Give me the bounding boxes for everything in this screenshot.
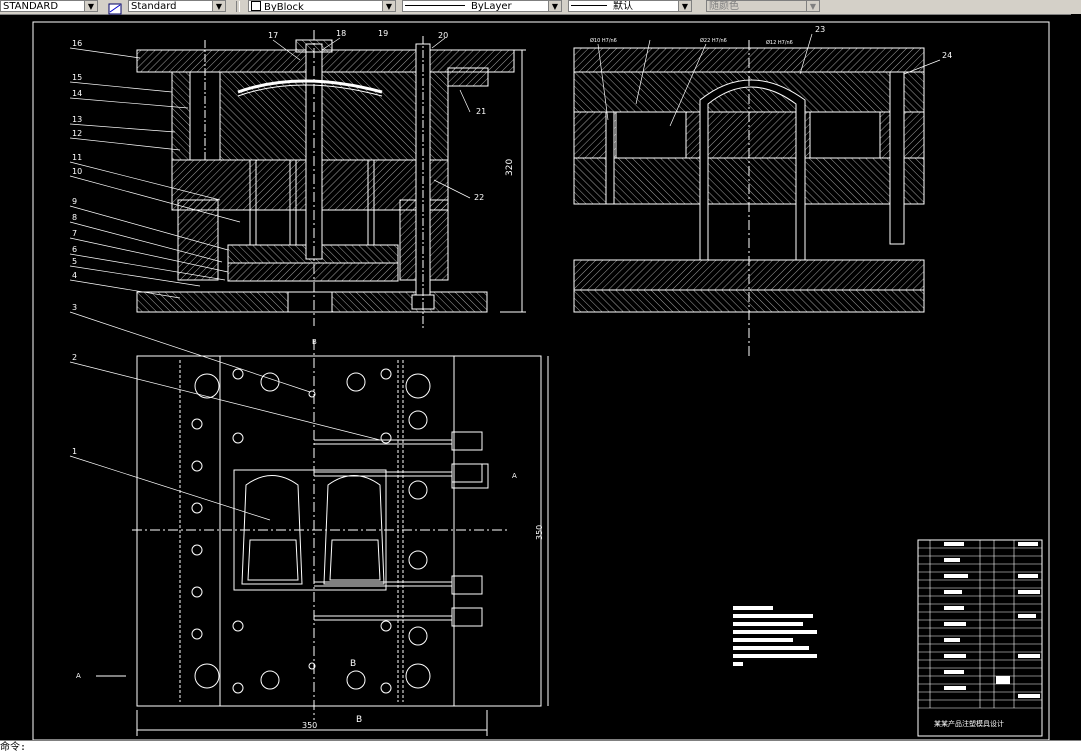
secondary-section-view — [573, 40, 925, 356]
part-label: 20 — [438, 31, 448, 40]
part-label: 24 — [942, 51, 952, 60]
dim-style-dropdown[interactable]: Standard ▼ — [128, 0, 226, 12]
linetype-preview-icon — [405, 5, 465, 6]
dim-plan-width: 350 — [302, 721, 317, 730]
section-mark: B — [312, 338, 317, 346]
plot-style-dropdown[interactable]: 随颜色 ▼ — [706, 0, 820, 12]
text-style-dropdown[interactable]: STANDARD ▼ — [0, 0, 98, 12]
chevron-down-icon: ▼ — [382, 1, 395, 11]
part-label: 8 — [72, 213, 77, 222]
part-label: 22 — [474, 193, 484, 202]
part-label: 9 — [72, 197, 77, 206]
chevron-down-icon: ▼ — [678, 1, 691, 11]
lineweight-preview-icon — [571, 5, 607, 6]
part-label: 19 — [378, 29, 388, 38]
part-label: 16 — [72, 39, 82, 48]
section-mark: A — [76, 672, 81, 680]
part-label: 6 — [72, 245, 77, 254]
part-label: 13 — [72, 115, 82, 124]
part-label: 4 — [72, 271, 77, 280]
color-swatch-icon — [251, 1, 261, 11]
section-mark: A — [512, 472, 517, 480]
part-label: 7 — [72, 229, 77, 238]
dim-section-height: 320 — [505, 159, 515, 176]
plot-style-value: 随颜色 — [709, 1, 739, 12]
chevron-down-icon: ▼ — [212, 1, 225, 11]
chevron-down-icon: ▼ — [84, 1, 97, 11]
color-value: ByBlock — [264, 2, 304, 12]
command-prompt: 命令: — [0, 742, 27, 753]
fit-note: Ø10 H7/n6 — [590, 37, 617, 44]
drawing-canvas[interactable]: 320 16 15 14 13 12 11 10 9 8 7 6 5 4 3 2… — [0, 14, 1071, 740]
lineweight-value: 默认 — [613, 1, 633, 12]
dim-plan-height: 350 — [535, 525, 544, 540]
part-label: 3 — [72, 303, 77, 312]
title-block-caption: 某某产品注塑模具设计 — [934, 719, 1004, 728]
part-label: 1 — [72, 447, 77, 456]
properties-toolbar: STANDARD ▼ Standard ▼ ByBlock ▼ ByLayer … — [0, 0, 1081, 15]
chevron-down-icon: ▼ — [548, 1, 561, 11]
part-label: 17 — [268, 31, 278, 40]
chevron-down-icon: ▼ — [806, 1, 819, 11]
dim-style-value: Standard — [131, 1, 177, 12]
part-label: 23 — [815, 25, 825, 34]
text-style-value: STANDARD — [3, 1, 59, 12]
title-block: 某某产品注塑模具设计 — [917, 539, 1043, 737]
command-line[interactable]: 命令: — [0, 740, 1081, 754]
part-label: 2 — [72, 353, 77, 362]
part-label: 15 — [72, 73, 82, 82]
part-label: 12 — [72, 129, 82, 138]
linetype-dropdown[interactable]: ByLayer ▼ — [402, 0, 562, 12]
part-label: 21 — [476, 107, 486, 116]
section-mark: B — [356, 715, 362, 725]
section-mark: B — [350, 659, 356, 669]
technical-notes — [733, 606, 817, 666]
part-label: 18 — [336, 29, 346, 38]
part-label: 14 — [72, 89, 82, 98]
color-dropdown[interactable]: ByBlock ▼ — [248, 0, 396, 12]
linetype-value: ByLayer — [471, 1, 512, 12]
vertical-scrollbar[interactable] — [1071, 14, 1081, 740]
lineweight-dropdown[interactable]: 默认 ▼ — [568, 0, 692, 12]
part-label: 11 — [72, 153, 82, 162]
part-label: 5 — [72, 257, 77, 266]
dimension-style-icon[interactable] — [108, 0, 122, 15]
fit-notes: Ø10 H7/n6 Ø22 H7/n6 Ø12 H7/n6 — [590, 37, 793, 46]
plan-view: 350 350 A A B B B — [76, 338, 549, 736]
toolbar-separator — [236, 1, 240, 12]
fit-note: Ø22 H7/n6 — [700, 37, 727, 44]
part-label: 10 — [72, 167, 82, 176]
fit-note: Ø12 H7/n6 — [766, 39, 793, 46]
